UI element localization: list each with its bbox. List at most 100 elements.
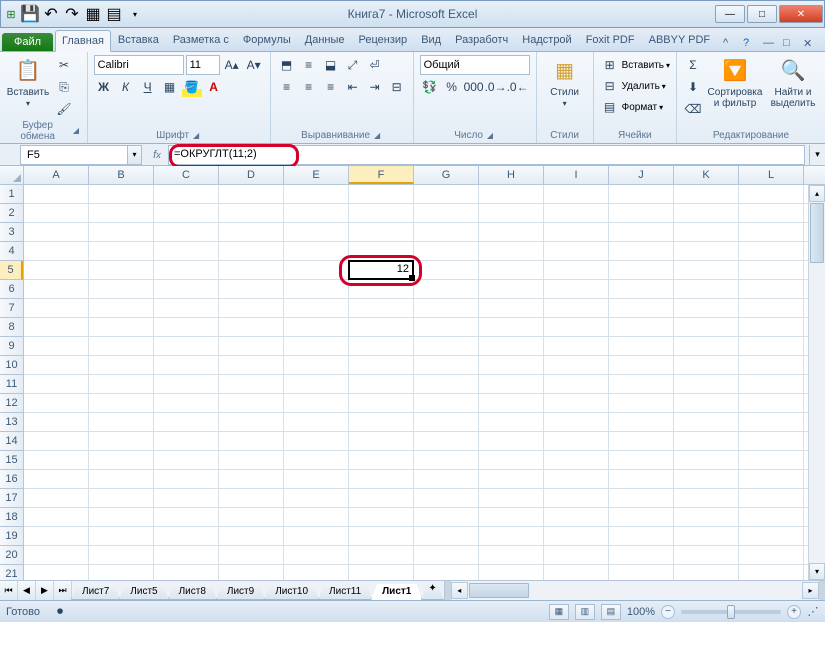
increase-decimal-button[interactable]: .0→: [486, 77, 506, 97]
normal-view-button[interactable]: ▦: [549, 604, 569, 620]
increase-indent-button[interactable]: ⇥: [365, 77, 385, 97]
column-header[interactable]: I: [544, 166, 609, 184]
doc-minimize-icon[interactable]: —: [763, 37, 777, 51]
row-header[interactable]: 1: [0, 185, 23, 204]
fill-handle[interactable]: [409, 275, 415, 281]
column-header[interactable]: C: [154, 166, 219, 184]
column-header[interactable]: E: [284, 166, 349, 184]
column-header[interactable]: H: [479, 166, 544, 184]
qat-save[interactable]: 💾: [20, 4, 40, 24]
cut-button[interactable]: ✂: [54, 55, 74, 75]
formula-input[interactable]: =ОКРУГЛТ(11;2): [168, 145, 805, 165]
row-header[interactable]: 6: [0, 280, 23, 299]
row-header[interactable]: 12: [0, 394, 23, 413]
zoom-level[interactable]: 100%: [627, 606, 655, 618]
file-tab[interactable]: Файл: [2, 33, 53, 51]
sheet-tab[interactable]: Лист8: [168, 584, 217, 600]
format-painter-button[interactable]: 🖌: [54, 99, 74, 119]
fx-button[interactable]: fx: [146, 145, 168, 165]
decrease-decimal-button[interactable]: .0←: [508, 77, 528, 97]
italic-button[interactable]: К: [116, 77, 136, 97]
qat-customize[interactable]: ▾: [125, 4, 145, 24]
row-header[interactable]: 8: [0, 318, 23, 337]
sheet-tab[interactable]: Лист9: [216, 584, 265, 600]
align-left-button[interactable]: ≡: [277, 77, 297, 97]
vscroll-thumb[interactable]: [810, 203, 824, 263]
name-box-dropdown[interactable]: ▾: [128, 145, 142, 165]
zoom-slider[interactable]: [681, 610, 781, 614]
help-icon[interactable]: ?: [743, 37, 757, 51]
zoom-out-button[interactable]: −: [661, 605, 675, 619]
fill-button[interactable]: ⬇: [683, 77, 703, 97]
cells-area[interactable]: 12: [24, 185, 808, 580]
align-right-button[interactable]: ≡: [321, 77, 341, 97]
resize-grip[interactable]: ⋰: [807, 605, 819, 618]
insert-cells-button[interactable]: ⊞Вставить▾: [600, 55, 670, 75]
font-size-combo[interactable]: [186, 55, 220, 75]
column-header[interactable]: D: [219, 166, 284, 184]
tab-abbyypdf[interactable]: ABBYY PDF: [642, 29, 718, 51]
maximize-button[interactable]: □: [747, 5, 777, 23]
column-header[interactable]: G: [414, 166, 479, 184]
tab-надстрой[interactable]: Надстрой: [515, 29, 578, 51]
tab-главная[interactable]: Главная: [55, 30, 111, 52]
clear-button[interactable]: ⌫: [683, 99, 703, 119]
scroll-right-button[interactable]: ▸: [802, 582, 819, 599]
row-header[interactable]: 2: [0, 204, 23, 223]
wrap-text-button[interactable]: ⏎: [365, 55, 385, 75]
qat-undo[interactable]: ↶: [41, 4, 61, 24]
comma-button[interactable]: 000: [464, 77, 484, 97]
sheet-nav-next[interactable]: ▶: [36, 581, 54, 600]
sheet-nav-prev[interactable]: ◀: [18, 581, 36, 600]
column-header[interactable]: J: [609, 166, 674, 184]
number-launcher[interactable]: ◢: [485, 131, 495, 141]
autosum-button[interactable]: Σ: [683, 55, 703, 75]
qat-redo[interactable]: ↷: [62, 4, 82, 24]
orientation-button[interactable]: ⤢: [343, 55, 363, 75]
shrink-font-button[interactable]: A▾: [244, 55, 264, 75]
row-header[interactable]: 9: [0, 337, 23, 356]
bold-button[interactable]: Ж: [94, 77, 114, 97]
hsplit-handle[interactable]: [819, 581, 825, 600]
column-header[interactable]: B: [89, 166, 154, 184]
number-format-combo[interactable]: [420, 55, 530, 75]
align-bottom-button[interactable]: ⬓: [321, 55, 341, 75]
column-header[interactable]: L: [739, 166, 804, 184]
fill-color-button[interactable]: 🪣: [182, 77, 202, 97]
scroll-up-button[interactable]: ▴: [809, 185, 825, 202]
decrease-indent-button[interactable]: ⇤: [343, 77, 363, 97]
row-header[interactable]: 7: [0, 299, 23, 318]
column-header[interactable]: F: [349, 166, 414, 184]
horizontal-scrollbar[interactable]: ◂ ▸: [451, 582, 819, 599]
row-header[interactable]: 5: [0, 261, 23, 280]
underline-button[interactable]: Ч: [138, 77, 158, 97]
sheet-tab[interactable]: Лист1: [371, 584, 422, 600]
merge-button[interactable]: ⊟: [387, 77, 407, 97]
zoom-thumb[interactable]: [727, 605, 735, 619]
active-cell[interactable]: 12: [348, 260, 414, 280]
sheet-tab[interactable]: Лист11: [318, 584, 372, 600]
tab-вставка[interactable]: Вставка: [111, 29, 166, 51]
row-header[interactable]: 10: [0, 356, 23, 375]
new-sheet-button[interactable]: ✦: [421, 581, 443, 600]
font-color-button[interactable]: A: [204, 77, 224, 97]
zoom-in-button[interactable]: +: [787, 605, 801, 619]
row-header[interactable]: 11: [0, 375, 23, 394]
row-header[interactable]: 17: [0, 489, 23, 508]
alignment-launcher[interactable]: ◢: [372, 131, 382, 141]
tab-foxitpdf[interactable]: Foxit PDF: [579, 29, 642, 51]
qat-btn4[interactable]: ▦: [83, 4, 103, 24]
grow-font-button[interactable]: A▴: [222, 55, 242, 75]
tab-данные[interactable]: Данные: [298, 29, 352, 51]
tab-вид[interactable]: Вид: [414, 29, 448, 51]
name-box[interactable]: [20, 145, 128, 165]
row-header[interactable]: 3: [0, 223, 23, 242]
row-header[interactable]: 16: [0, 470, 23, 489]
sheet-tab[interactable]: Лист7: [71, 584, 120, 600]
row-header[interactable]: 20: [0, 546, 23, 565]
format-cells-button[interactable]: ▤Формат▾: [600, 97, 670, 117]
doc-restore-icon[interactable]: □: [783, 37, 797, 51]
border-button[interactable]: ▦: [160, 77, 180, 97]
currency-button[interactable]: 💱: [420, 77, 440, 97]
align-top-button[interactable]: ⬒: [277, 55, 297, 75]
